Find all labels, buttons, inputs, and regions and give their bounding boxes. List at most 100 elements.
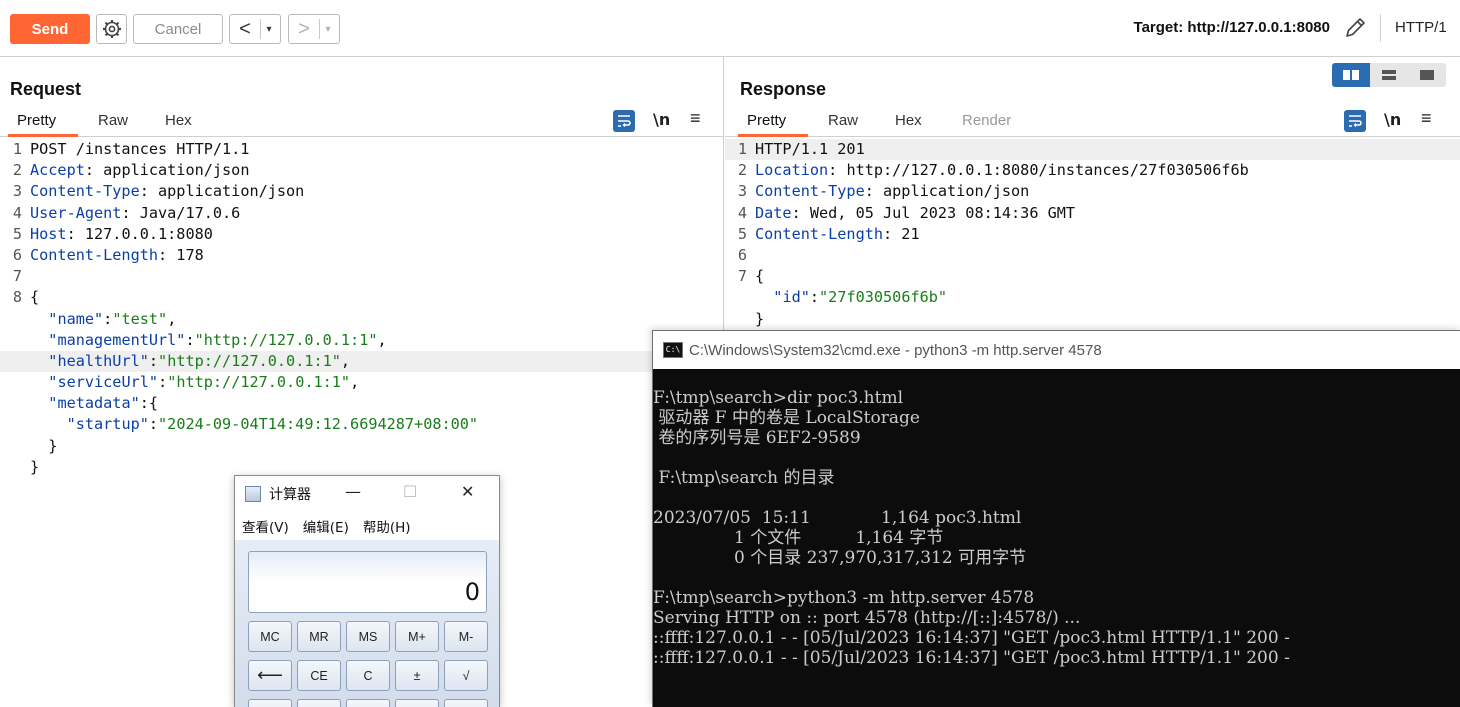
json-value: "test" bbox=[112, 309, 168, 328]
console-line: 2023/07/05 15:11 1,164 poc3.html bbox=[653, 508, 1022, 528]
key-backspace[interactable]: ⟵ bbox=[248, 660, 292, 691]
calculator-menubar: 查看(V) 编辑(E) 帮助(H) bbox=[235, 512, 499, 540]
menu-icon[interactable]: ≡ bbox=[690, 108, 701, 129]
calculator-key[interactable] bbox=[395, 699, 439, 707]
code-line: 4 Date: Wed, 05 Jul 2023 08:14:36 GMT bbox=[725, 203, 1460, 224]
line-number: 5 bbox=[737, 224, 747, 243]
code-line: 5 Content-Length: 21 bbox=[725, 224, 1460, 245]
console-line: 驱动器 F 中的卷是 LocalStorage bbox=[653, 408, 920, 428]
calculator-window[interactable]: 计算器 — ☐ ✕ 查看(V) 编辑(E) 帮助(H) 0 MC MR MS M… bbox=[234, 475, 500, 707]
header-name: Content-Type bbox=[755, 182, 865, 201]
layout-tabbed-icon[interactable] bbox=[1408, 63, 1446, 87]
layout-toggle[interactable] bbox=[1332, 63, 1446, 87]
calculator-display: 0 bbox=[248, 551, 487, 613]
close-button[interactable]: ✕ bbox=[461, 482, 474, 501]
response-editor-tools: \n ≡ bbox=[1344, 108, 1444, 132]
forward-arrow-icon[interactable]: > bbox=[289, 15, 319, 43]
json-key: "id" bbox=[773, 288, 810, 307]
header-name: Accept bbox=[30, 161, 85, 180]
layout-side-by-side-icon[interactable] bbox=[1332, 63, 1370, 87]
json-key: "name" bbox=[48, 309, 104, 328]
toolbar: Send Cancel < ▾ > ▾ Target: http://127.0… bbox=[0, 0, 1460, 57]
wrap-lines-icon[interactable] bbox=[613, 110, 635, 132]
key-ce[interactable]: CE bbox=[297, 660, 341, 691]
key-c[interactable]: C bbox=[346, 660, 390, 691]
maximize-button[interactable]: ☐ bbox=[403, 482, 417, 501]
console-line: 0 个目录 237,970,317,312 可用字节 bbox=[653, 548, 1027, 568]
display-value: 0 bbox=[464, 578, 480, 606]
header-name: Content-Length bbox=[755, 224, 884, 243]
wrap-lines-icon[interactable] bbox=[1344, 110, 1366, 132]
newline-toggle-icon[interactable]: \n bbox=[653, 110, 670, 129]
response-editor[interactable]: 1 HTTP/1.1 201 2 Location: http://127.0.0.1… bbox=[725, 139, 1460, 330]
key-m-minus[interactable]: M- bbox=[444, 621, 488, 652]
layout-stacked-icon[interactable] bbox=[1370, 63, 1408, 87]
back-arrow-icon[interactable]: < bbox=[230, 15, 260, 43]
code-text: User-Agent: Java/17.0.6 bbox=[30, 203, 241, 222]
divider bbox=[1380, 14, 1381, 42]
http-version-selector[interactable]: HTTP/1 bbox=[1395, 19, 1447, 36]
key-sqrt[interactable]: √ bbox=[444, 660, 488, 691]
calculator-key[interactable] bbox=[297, 699, 341, 707]
key-plus-minus[interactable]: ± bbox=[395, 660, 439, 691]
code-line: 7 bbox=[0, 266, 723, 287]
tab-hex[interactable]: Hex bbox=[895, 112, 922, 129]
code-text: } bbox=[30, 457, 40, 476]
tab-hex[interactable]: Hex bbox=[165, 112, 192, 129]
back-dropdown-icon[interactable]: ▾ bbox=[261, 24, 277, 35]
key-mr[interactable]: MR bbox=[297, 621, 341, 652]
minimize-button[interactable]: — bbox=[345, 482, 361, 501]
console-line: ::ffff:127.0.0.1 - - [05/Jul/2023 16:14:… bbox=[653, 628, 1290, 648]
newline-toggle-icon[interactable]: \n bbox=[1384, 110, 1401, 129]
cmd-console[interactable]: F:\tmp\search>dir poc3.html 驱动器 F 中的卷是 L… bbox=[653, 369, 1460, 668]
json-value: "2024-09-04T14:49:12.6694287+08:00" bbox=[158, 415, 479, 434]
settings-button[interactable] bbox=[96, 14, 127, 44]
tab-pretty[interactable]: Pretty bbox=[747, 112, 786, 129]
line-number: 6 bbox=[12, 245, 22, 264]
key-ms[interactable]: MS bbox=[346, 621, 390, 652]
code-line: 6 bbox=[725, 245, 1460, 266]
cmd-titlebar[interactable]: C:\ C:\Windows\System32\cmd.exe - python… bbox=[653, 331, 1460, 369]
forward-button-group[interactable]: > ▾ bbox=[288, 14, 340, 44]
calculator-key[interactable] bbox=[444, 699, 488, 707]
menu-icon[interactable]: ≡ bbox=[1421, 108, 1432, 129]
calculator-titlebar[interactable]: 计算器 — ☐ ✕ bbox=[235, 476, 499, 512]
code-text: "id":"27f030506f6b" bbox=[773, 288, 948, 307]
header-name: Location bbox=[755, 161, 829, 180]
pencil-icon[interactable] bbox=[1342, 14, 1368, 42]
code-line: "id":"27f030506f6b" bbox=[725, 287, 1460, 308]
cmd-window[interactable]: C:\ C:\Windows\System32\cmd.exe - python… bbox=[652, 330, 1460, 707]
json-key: "metadata" bbox=[48, 394, 140, 413]
send-button[interactable]: Send bbox=[10, 14, 90, 44]
code-text: Accept: application/json bbox=[30, 161, 250, 180]
line-number: 4 bbox=[737, 203, 747, 222]
tab-raw[interactable]: Raw bbox=[98, 112, 128, 129]
forward-dropdown-icon[interactable]: ▾ bbox=[320, 24, 336, 35]
calculator-key[interactable] bbox=[346, 699, 390, 707]
tab-render[interactable]: Render bbox=[962, 112, 1011, 129]
tab-pretty[interactable]: Pretty bbox=[17, 112, 56, 129]
code-text: } bbox=[755, 309, 765, 328]
header-name: Content-Type bbox=[30, 182, 140, 201]
menu-edit[interactable]: 编辑(E) bbox=[303, 516, 349, 536]
menu-view[interactable]: 查看(V) bbox=[242, 516, 289, 536]
key-m-plus[interactable]: M+ bbox=[395, 621, 439, 652]
tab-raw[interactable]: Raw bbox=[828, 112, 858, 129]
line-number: 6 bbox=[737, 245, 747, 264]
back-button-group[interactable]: < ▾ bbox=[229, 14, 281, 44]
json-value: "27f030506f6b" bbox=[819, 288, 948, 307]
code-text: { bbox=[30, 288, 40, 307]
key-mc[interactable]: MC bbox=[248, 621, 292, 652]
code-line: 1 POST /instances HTTP/1.1 bbox=[0, 139, 723, 160]
code-line: "startup":"2024-09-04T14:49:12.6694287+0… bbox=[0, 414, 723, 435]
code-text: "metadata":{ bbox=[48, 394, 159, 413]
code-line: 6 Content-Length: 178 bbox=[0, 245, 723, 266]
menu-help[interactable]: 帮助(H) bbox=[363, 516, 411, 536]
cancel-button[interactable]: Cancel bbox=[133, 14, 223, 44]
code-text: Content-Length: 178 bbox=[30, 245, 204, 264]
request-editor[interactable]: 1 POST /instances HTTP/1.1 2 Accept: applic… bbox=[0, 139, 723, 478]
response-title: Response bbox=[740, 79, 827, 99]
calculator-key[interactable] bbox=[248, 699, 292, 707]
